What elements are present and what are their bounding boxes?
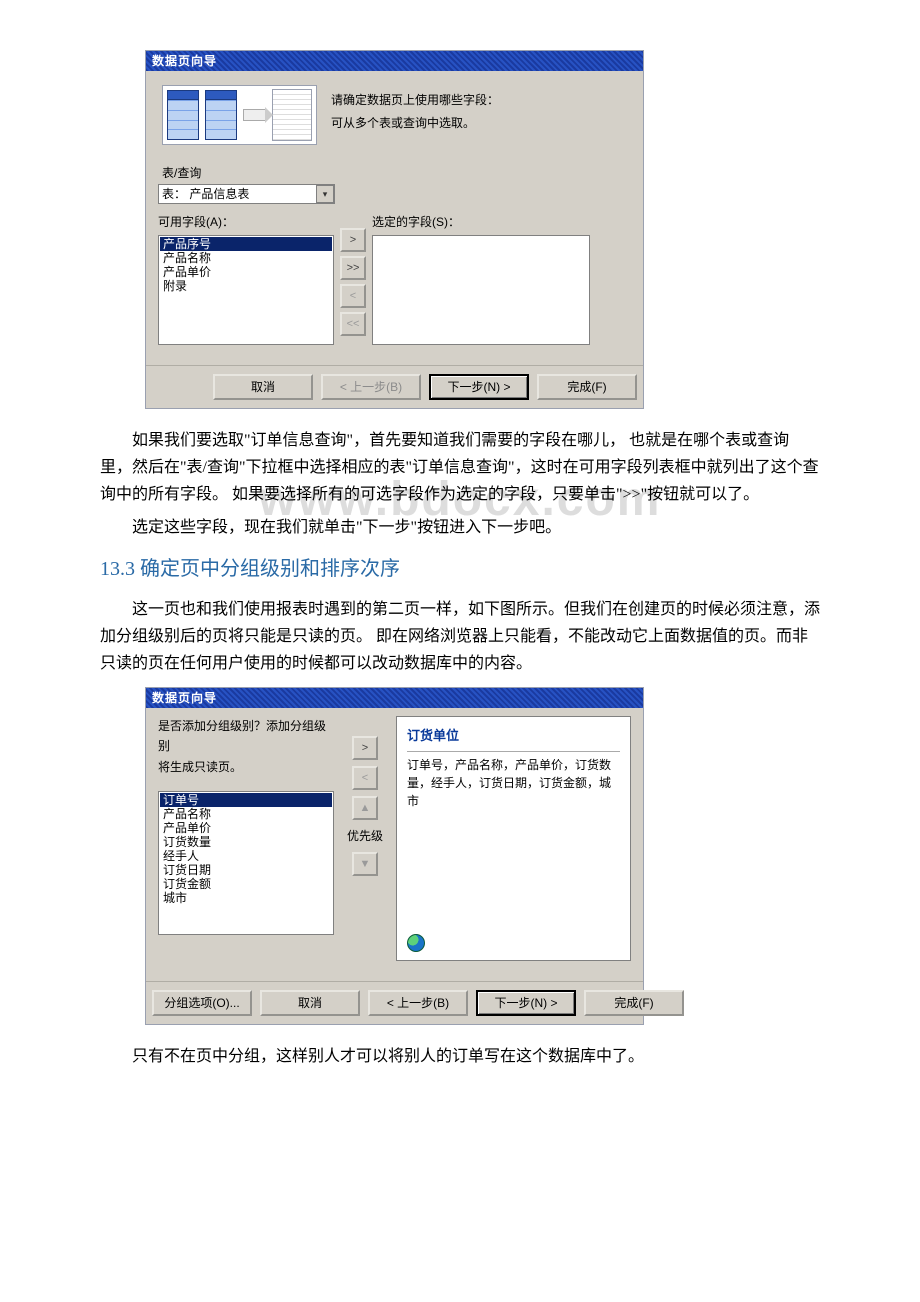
list-item[interactable]: 产品名称 — [160, 251, 332, 265]
grouping-preview: 订货单位 订单号，产品名称，产品单价，订货数量，经手人，订货日期，订货金额，城市 — [396, 716, 631, 961]
list-item[interactable]: 订货金额 — [160, 877, 332, 891]
dialog-wizard-fields: 数据页向导 请确定数据页上使用哪些字段： 可从多个表或查询中选取。 — [145, 50, 820, 409]
move-all-right-button[interactable]: >> — [340, 256, 366, 280]
next-button[interactable]: 下一步(N) > — [429, 374, 529, 400]
chevron-down-icon[interactable]: ▾ — [316, 185, 334, 203]
remove-group-button[interactable]: < — [352, 766, 378, 790]
section-heading: 13.3 确定页中分组级别和排序次序 — [100, 552, 820, 586]
dialog1-title: 数据页向导 — [146, 51, 643, 71]
grouping-prompt-1: 是否添加分组级别？添加分组级别 — [158, 716, 328, 757]
table-query-label: 表/查询 — [162, 163, 631, 183]
add-group-button[interactable]: > — [352, 736, 378, 760]
priority-up-button[interactable]: ▲ — [352, 796, 378, 820]
list-item[interactable]: 经手人 — [160, 849, 332, 863]
available-fields-list[interactable]: 产品序号 产品名称 产品单价 附录 — [158, 235, 334, 345]
selected-fields-label: 选定的字段(S)： — [372, 212, 590, 232]
table-icon — [205, 90, 237, 140]
preview-body: 订单号，产品名称，产品单价，订货数量，经手人，订货日期，订货金额，城市 — [407, 756, 620, 810]
priority-down-button[interactable]: ▼ — [352, 852, 378, 876]
list-item[interactable]: 城市 — [160, 891, 332, 905]
table-query-value: 表： 产品信息表 — [162, 184, 249, 204]
available-fields-label: 可用字段(A)： — [158, 212, 334, 232]
list-item[interactable]: 订货日期 — [160, 863, 332, 877]
list-item[interactable]: 产品单价 — [160, 265, 332, 279]
table-icon — [167, 90, 199, 140]
list-item[interactable]: 产品单价 — [160, 821, 332, 835]
move-right-button[interactable]: > — [340, 228, 366, 252]
wizard-prompt-2: 可从多个表或查询中选取。 — [331, 113, 627, 133]
finish-button[interactable]: 完成(F) — [584, 990, 684, 1016]
grouping-fields-list[interactable]: 订单号 产品名称 产品单价 订货数量 经手人 订货日期 订货金额 城市 — [158, 791, 334, 935]
next-button[interactable]: 下一步(N) > — [476, 990, 576, 1016]
globe-icon — [407, 934, 425, 952]
finish-button[interactable]: 完成(F) — [537, 374, 637, 400]
body-paragraph: 只有不在页中分组，这样别人才可以将别人的订单写在这个数据库中了。 — [100, 1043, 820, 1070]
grouping-prompt-2: 将生成只读页。 — [158, 757, 328, 777]
body-paragraph: 这一页也和我们使用报表时遇到的第二页一样，如下图所示。但我们在创建页的时候必须注… — [100, 596, 820, 678]
arrow-right-icon — [243, 109, 267, 121]
body-paragraph: 选定这些字段，现在我们就单击"下一步"按钮进入下一步吧。 — [100, 514, 820, 541]
move-all-left-button[interactable]: << — [340, 312, 366, 336]
move-left-button[interactable]: < — [340, 284, 366, 308]
prev-button[interactable]: < 上一步(B) — [321, 374, 421, 400]
list-item[interactable]: 产品序号 — [160, 237, 332, 251]
body-paragraph: 如果我们要选取"订单信息查询"，首先要知道我们需要的字段在哪儿， 也就是在哪个表… — [100, 427, 820, 509]
cancel-button[interactable]: 取消 — [213, 374, 313, 400]
list-item[interactable]: 附录 — [160, 279, 332, 293]
selected-fields-list[interactable] — [372, 235, 590, 345]
cancel-button[interactable]: 取消 — [260, 990, 360, 1016]
page-icon — [272, 89, 312, 141]
wizard-prompt-1: 请确定数据页上使用哪些字段： — [331, 90, 627, 110]
list-item[interactable]: 订单号 — [160, 793, 332, 807]
preview-title: 订货单位 — [407, 725, 620, 752]
list-item[interactable]: 订货数量 — [160, 835, 332, 849]
prev-button[interactable]: < 上一步(B) — [368, 990, 468, 1016]
dialog2-title: 数据页向导 — [146, 688, 643, 708]
table-query-dropdown[interactable]: 表： 产品信息表 ▾ — [158, 184, 335, 204]
list-item[interactable]: 产品名称 — [160, 807, 332, 821]
priority-label: 优先级 — [347, 826, 383, 846]
group-options-button[interactable]: 分组选项(O)... — [152, 990, 252, 1016]
dialog-wizard-grouping: 数据页向导 是否添加分组级别？添加分组级别 将生成只读页。 订单号 产品名称 — [145, 687, 820, 1025]
wizard-banner-graphic — [162, 85, 317, 145]
